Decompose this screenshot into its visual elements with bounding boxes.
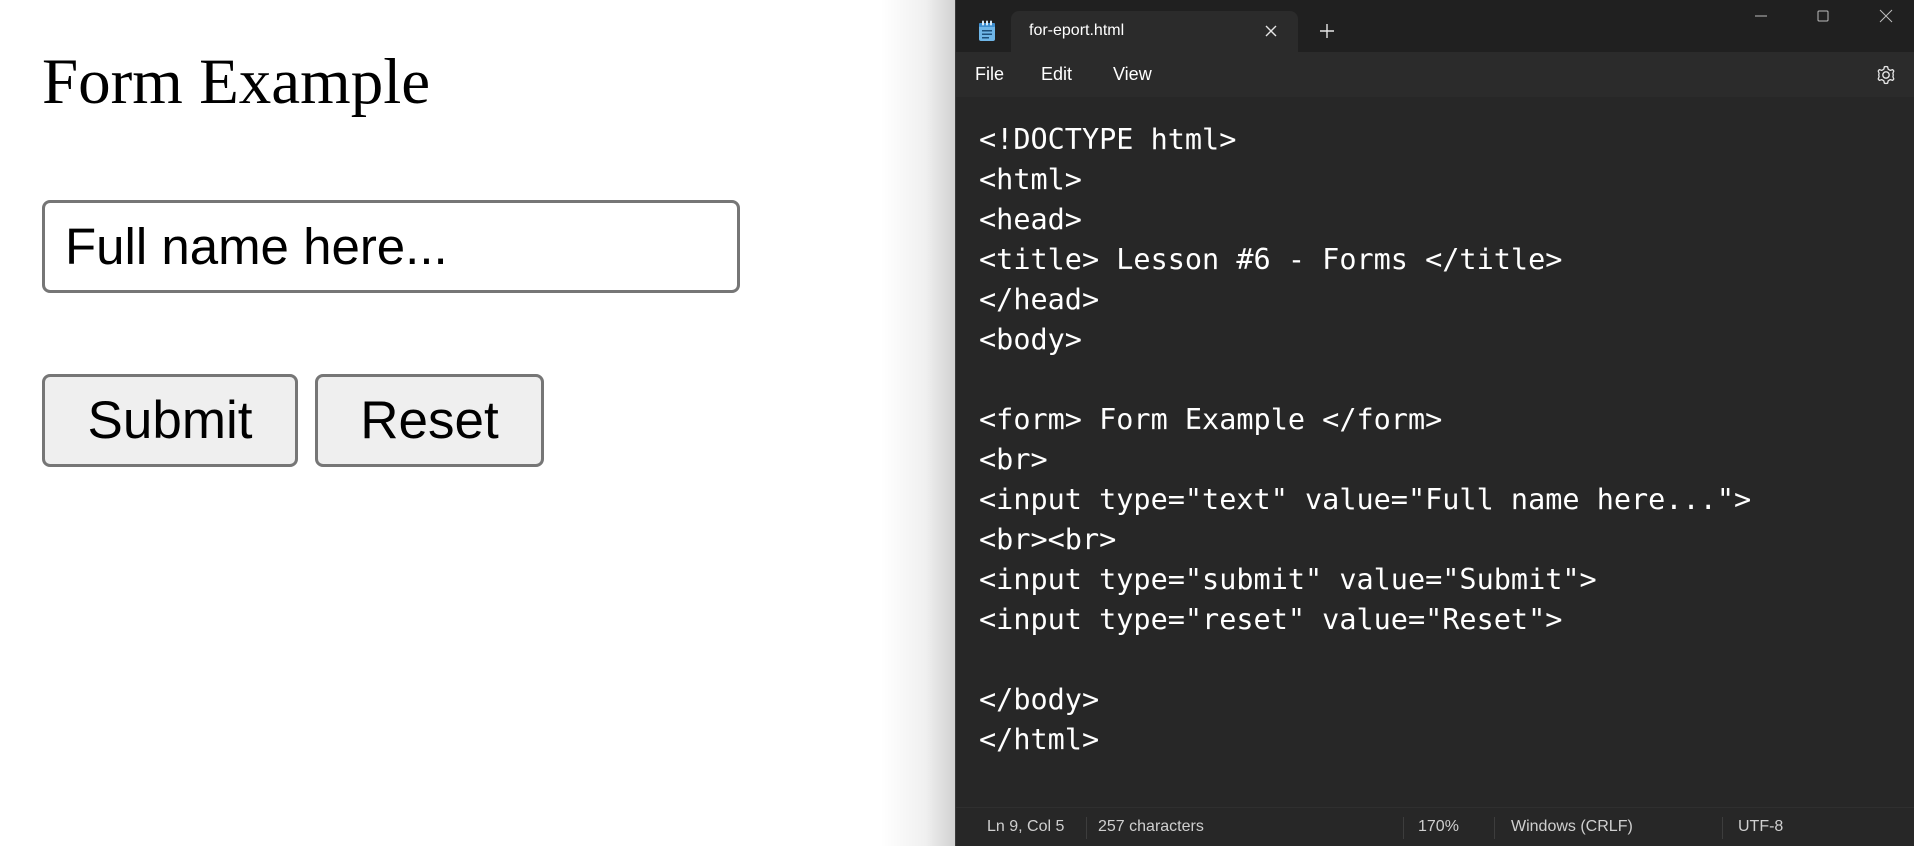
status-divider xyxy=(1086,817,1087,839)
title-bar: for-eport.html xyxy=(956,0,1914,52)
status-bar: Ln 9, Col 5 257 characters 170% Windows … xyxy=(956,807,1914,846)
code-line: <br><br> xyxy=(979,523,1117,556)
code-line: <!DOCTYPE html> xyxy=(979,123,1237,156)
encoding[interactable]: UTF-8 xyxy=(1738,818,1783,836)
submit-button[interactable]: Submit xyxy=(42,374,298,467)
new-tab-plus-icon[interactable] xyxy=(1317,21,1337,41)
code-line: <br> xyxy=(979,443,1048,476)
character-count: 257 characters xyxy=(1098,818,1204,835)
code-line: </head> xyxy=(979,283,1100,316)
menu-file[interactable]: File xyxy=(975,64,1004,85)
code-line: <html> xyxy=(979,163,1082,196)
menu-edit[interactable]: Edit xyxy=(1041,64,1072,85)
code-line: <head> xyxy=(979,203,1082,236)
status-divider xyxy=(1494,817,1495,839)
text-editor-area[interactable]: <!DOCTYPE html> <html> <head> <title> Le… xyxy=(956,97,1914,807)
window-shadow xyxy=(880,0,955,846)
zoom-level[interactable]: 170% xyxy=(1418,818,1459,836)
line-ending[interactable]: Windows (CRLF) xyxy=(1511,818,1633,836)
gear-icon[interactable] xyxy=(1874,63,1898,87)
code-line: </body> xyxy=(979,683,1100,716)
status-divider xyxy=(1403,817,1404,839)
code-line: <input type="reset" value="Reset"> xyxy=(979,603,1563,636)
tab-title: for-eport.html xyxy=(1029,22,1125,39)
code-line: <title> Lesson #6 - Forms </title> xyxy=(979,243,1563,276)
full-name-input[interactable] xyxy=(42,200,740,293)
tab-close-icon[interactable] xyxy=(1261,21,1281,41)
form-title: Form Example xyxy=(42,46,431,118)
cursor-position[interactable]: Ln 9, Col 5 xyxy=(987,818,1064,836)
maximize-icon[interactable] xyxy=(1808,4,1838,28)
minimize-icon[interactable] xyxy=(1746,4,1776,28)
code-line: <input type="text" value="Full name here… xyxy=(979,483,1752,516)
code-line: <body> xyxy=(979,323,1082,356)
screen: Form Example Submit Reset for-eport.html xyxy=(0,0,1914,846)
code-line: <input type="submit" value="Submit"> xyxy=(979,563,1597,596)
reset-button[interactable]: Reset xyxy=(315,374,544,467)
notepad-window: for-eport.html File Edit View <!DOCTYPE … xyxy=(955,0,1914,846)
tab-for-eport[interactable]: for-eport.html xyxy=(1011,11,1298,52)
menu-bar: File Edit View xyxy=(956,52,1914,97)
menu-view[interactable]: View xyxy=(1113,64,1152,85)
notepad-icon xyxy=(979,20,995,41)
code-line: </html> xyxy=(979,723,1100,756)
browser-page: Form Example Submit Reset xyxy=(0,0,955,846)
code-line: <form> Form Example </form> xyxy=(979,403,1443,436)
status-divider xyxy=(1722,817,1723,839)
window-close-icon[interactable] xyxy=(1871,4,1901,28)
